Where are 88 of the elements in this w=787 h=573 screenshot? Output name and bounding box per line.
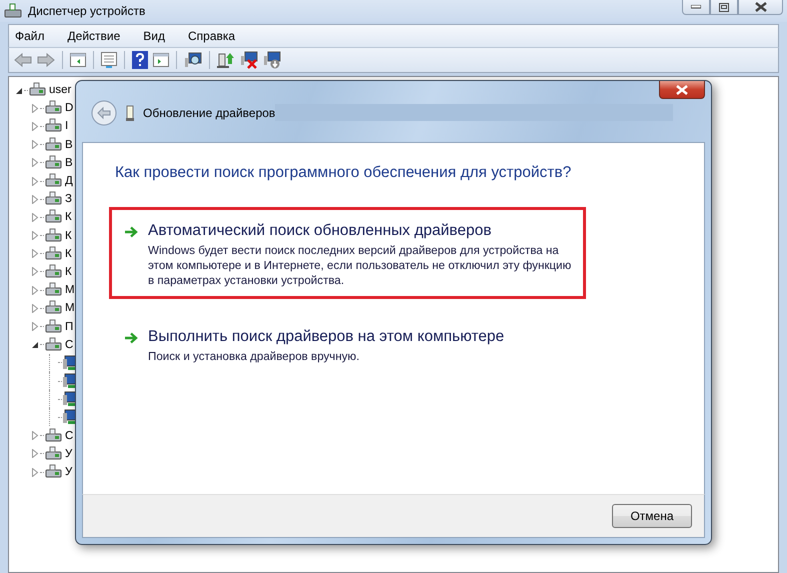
menu-item[interactable]: Файл [9, 29, 54, 43]
device-icon[interactable] [45, 464, 62, 480]
tree-item-label[interactable]: D [65, 102, 74, 114]
collapsed-arrow-icon[interactable] [31, 176, 39, 186]
close-button[interactable] [659, 81, 705, 99]
pane-icon[interactable] [153, 53, 169, 67]
device-icon[interactable] [45, 300, 62, 316]
menu-item[interactable]: Действие [62, 29, 130, 43]
menu-item[interactable]: Вид [137, 29, 174, 43]
device-icon[interactable] [45, 318, 62, 335]
tree-item-label[interactable]: С [65, 430, 74, 442]
collapsed-arrow-icon[interactable] [31, 468, 39, 477]
tree-item-label[interactable]: К [65, 230, 72, 242]
option-description: Поиск и установка драйверов вручную. [148, 349, 360, 364]
dialog-heading: Как провести поиск программного обеспечения для устройств? [115, 164, 572, 182]
tree-item-label[interactable]: I [65, 120, 68, 132]
collapsed-arrow-icon[interactable] [31, 249, 39, 258]
window-title: Диспетчер устройств [28, 4, 146, 18]
device-icon[interactable] [45, 118, 62, 134]
forward-arrow-icon[interactable] [37, 53, 55, 67]
device-icon[interactable] [45, 428, 62, 444]
close-icon [676, 84, 688, 94]
uninstall-device-icon[interactable] [263, 51, 281, 69]
tree-item-label[interactable]: У [65, 466, 72, 478]
collapsed-arrow-icon[interactable] [31, 322, 39, 332]
device-icon[interactable] [45, 136, 62, 153]
tree-item-label[interactable]: К [65, 266, 72, 278]
update-driver-icon[interactable] [217, 51, 235, 69]
device-icon[interactable] [45, 209, 62, 226]
device-icon[interactable] [45, 154, 62, 171]
tree-item-label[interactable]: М [65, 302, 75, 314]
option-description: Windows будет вести поиск последних версий драйверов для устройства на этом компьютере и в Интернете, если пользователь не отключил эту функцию в параметрах установки устройства. [148, 243, 572, 288]
properties-icon[interactable] [101, 52, 117, 68]
help-icon[interactable] [132, 51, 148, 69]
collapsed-arrow-icon[interactable] [31, 231, 39, 240]
dialog-title: Обновление драйверов [143, 106, 276, 120]
tree-item-label[interactable]: У [65, 448, 72, 460]
command-link[interactable]: Автоматический поиск обновленных драйверов [148, 222, 578, 240]
collapsed-arrow-icon[interactable] [31, 140, 39, 150]
scan-monitor-icon[interactable] [184, 52, 202, 68]
tree-item-label[interactable]: user [49, 84, 72, 96]
expanded-arrow-icon[interactable] [31, 340, 39, 350]
device-icon[interactable] [45, 228, 62, 244]
pane-icon[interactable] [70, 53, 86, 67]
collapsed-arrow-icon[interactable] [31, 304, 39, 313]
tree-item-label[interactable]: B [65, 156, 73, 169]
collapsed-arrow-icon[interactable] [31, 449, 39, 458]
computer-icon [4, 3, 22, 19]
cancel-button[interactable]: Отмена [612, 504, 692, 528]
device-icon[interactable] [29, 82, 46, 98]
arrow-icon [124, 226, 138, 238]
device-icon[interactable] [45, 191, 62, 208]
tree-item-label[interactable]: М [65, 284, 75, 296]
collapsed-arrow-icon[interactable] [31, 104, 39, 113]
tree-item-label[interactable]: С [65, 338, 74, 351]
collapsed-arrow-icon[interactable] [31, 267, 39, 276]
maximize-button[interactable] [710, 0, 738, 15]
arrow-icon [124, 332, 138, 344]
device-icon[interactable] [45, 336, 62, 353]
device-icon[interactable] [45, 264, 62, 280]
command-link[interactable]: Выполнить поиск драйверов на этом компьютере [148, 328, 578, 346]
close-button[interactable] [738, 0, 783, 15]
collapsed-arrow-icon[interactable] [31, 122, 39, 131]
device-icon[interactable] [45, 173, 62, 190]
tree-item-label[interactable]: К [65, 248, 72, 260]
back-arrow-icon[interactable] [14, 53, 32, 67]
tree-item-label[interactable]: К [65, 211, 72, 224]
device-icon [126, 104, 134, 120]
tree-item-label[interactable]: B [65, 138, 73, 151]
device-icon[interactable] [45, 446, 62, 462]
menu-item[interactable]: Справка [182, 29, 244, 43]
device-icon[interactable] [45, 246, 62, 262]
collapsed-arrow-icon[interactable] [31, 158, 39, 168]
minimize-button[interactable] [682, 0, 710, 15]
collapsed-arrow-icon[interactable] [31, 194, 39, 204]
tree-item-label[interactable]: З [65, 193, 72, 206]
close-icon [754, 2, 766, 12]
device-icon[interactable] [45, 100, 62, 116]
tree-item-label[interactable]: П [65, 320, 74, 333]
maximize-icon [719, 2, 729, 12]
device-icon[interactable] [45, 282, 62, 298]
disable-device-icon[interactable] [240, 51, 258, 69]
collapsed-arrow-icon[interactable] [31, 431, 39, 440]
expanded-arrow-icon[interactable] [15, 86, 23, 95]
collapsed-arrow-icon[interactable] [31, 212, 39, 222]
tree-item-label[interactable]: Д [65, 175, 73, 188]
minimize-icon [691, 5, 701, 9]
collapsed-arrow-icon[interactable] [31, 286, 39, 295]
